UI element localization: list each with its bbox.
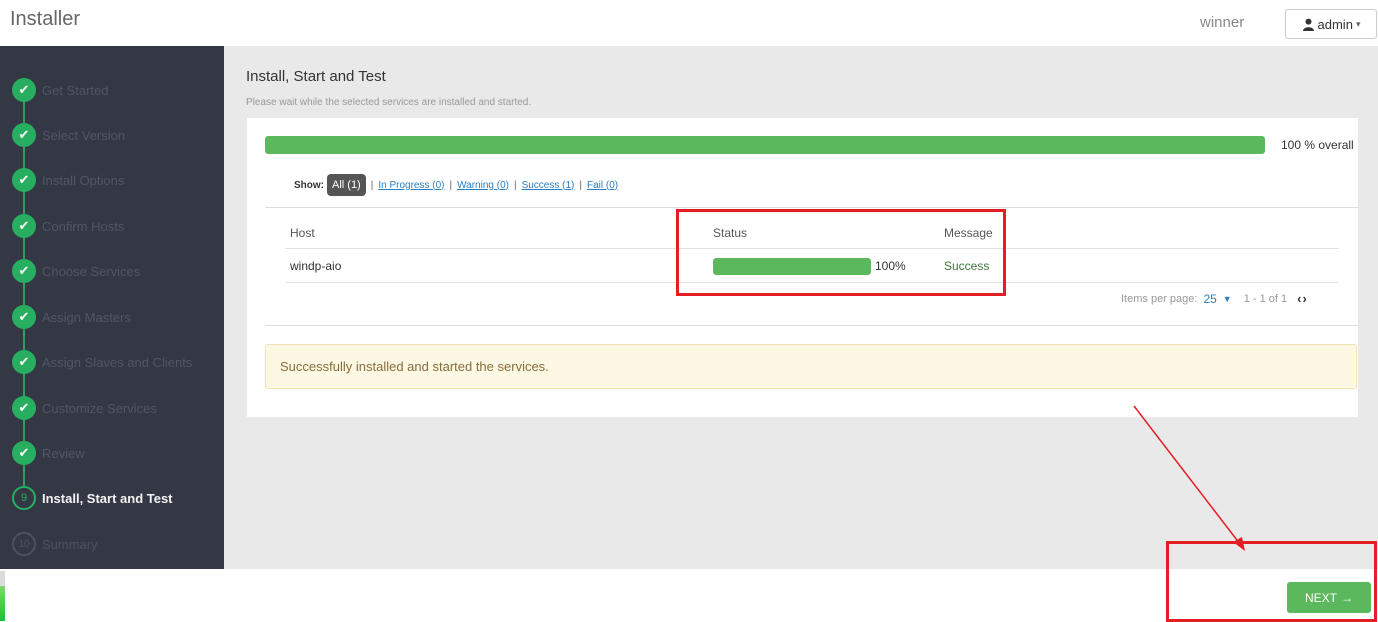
step-label: Install, Start and Test bbox=[42, 490, 173, 506]
step-install-start-test[interactable]: 9 Install, Start and Test bbox=[12, 486, 173, 510]
page-title: Install, Start and Test bbox=[246, 68, 386, 85]
check-icon: ✔ bbox=[12, 350, 36, 374]
host-filter-bar: Show: All (1) | In Progress (0) | Warnin… bbox=[294, 174, 618, 196]
check-icon: ✔ bbox=[12, 123, 36, 147]
annotation-highlight-next bbox=[1166, 541, 1377, 622]
step-label: Choose Services bbox=[42, 263, 141, 279]
cluster-name[interactable]: winner bbox=[1200, 14, 1244, 31]
step-assign-masters[interactable]: ✔ Assign Masters bbox=[12, 305, 131, 329]
filter-warning[interactable]: Warning (0) bbox=[457, 180, 509, 191]
filter-separator: | bbox=[449, 179, 453, 191]
page-subtitle: Please wait while the selected services … bbox=[246, 97, 532, 108]
step-label: Assign Slaves and Clients bbox=[42, 354, 193, 370]
step-customize-services[interactable]: ✔ Customize Services bbox=[12, 396, 157, 420]
step-review[interactable]: ✔ Review bbox=[12, 441, 85, 465]
chevron-right-icon[interactable]: › bbox=[1302, 291, 1307, 306]
column-header-host[interactable]: Host bbox=[290, 226, 315, 240]
step-label: Get Started bbox=[42, 82, 109, 98]
step-connector-line bbox=[23, 90, 25, 500]
check-icon: ✔ bbox=[12, 78, 36, 102]
wizard-sidebar: ✔ Get Started ✔ Select Version ✔ Install… bbox=[0, 46, 224, 569]
filter-all[interactable]: All (1) bbox=[327, 174, 366, 196]
check-icon: ✔ bbox=[12, 214, 36, 238]
top-header: Installer winner admin ▾ bbox=[0, 0, 1378, 46]
user-menu-label: admin bbox=[1317, 16, 1353, 32]
check-icon: ✔ bbox=[12, 396, 36, 420]
page-progress-fill bbox=[0, 586, 5, 621]
filter-in-progress[interactable]: In Progress (0) bbox=[378, 180, 444, 191]
user-icon bbox=[1302, 18, 1314, 31]
check-icon: ✔ bbox=[12, 305, 36, 329]
items-per-page-label: Items per page: bbox=[1121, 292, 1198, 305]
items-per-page-select[interactable]: 25 bbox=[1203, 292, 1216, 306]
pagination-range: 1 - 1 of 1 bbox=[1243, 292, 1288, 305]
overall-progress-fill bbox=[265, 136, 1265, 154]
check-icon: ✔ bbox=[12, 441, 36, 465]
filter-separator: | bbox=[513, 179, 517, 191]
table-top-divider bbox=[265, 207, 1358, 208]
step-label: Install Options bbox=[42, 172, 125, 188]
pagination-arrows: ‹› bbox=[1297, 291, 1308, 306]
page-progress-indicator bbox=[0, 571, 5, 621]
show-label: Show: bbox=[294, 179, 324, 191]
check-icon: ✔ bbox=[12, 259, 36, 283]
filter-separator: | bbox=[579, 179, 582, 191]
step-get-started[interactable]: ✔ Get Started bbox=[12, 78, 108, 102]
step-summary: 10 Summary bbox=[12, 532, 98, 556]
step-install-options[interactable]: ✔ Install Options bbox=[12, 168, 124, 192]
step-label: Assign Masters bbox=[42, 309, 131, 325]
step-label: Confirm Hosts bbox=[42, 218, 125, 234]
caret-down-icon: ▾ bbox=[1355, 18, 1361, 29]
user-menu-button[interactable]: admin ▾ bbox=[1285, 9, 1377, 39]
step-label: Summary bbox=[42, 536, 98, 552]
pagination: Items per page: 25 ▼ 1 - 1 of 1 ‹› bbox=[1121, 291, 1308, 306]
annotation-highlight-status bbox=[676, 209, 1006, 296]
step-select-version[interactable]: ✔ Select Version bbox=[12, 123, 125, 147]
step-label: Select Version bbox=[42, 127, 126, 143]
check-icon: ✔ bbox=[12, 168, 36, 192]
success-alert: Successfully installed and started the s… bbox=[265, 344, 1357, 389]
filter-separator: | bbox=[370, 179, 374, 191]
step-confirm-hosts[interactable]: ✔ Confirm Hosts bbox=[12, 214, 124, 238]
app-title: Installer bbox=[10, 8, 81, 30]
step-label: Review bbox=[42, 445, 85, 461]
step-label: Customize Services bbox=[42, 400, 157, 416]
main-content: Install, Start and Test Please wait whil… bbox=[224, 46, 1378, 569]
filter-success[interactable]: Success (1) bbox=[522, 180, 575, 191]
step-choose-services[interactable]: ✔ Choose Services bbox=[12, 259, 140, 283]
overall-progress-text: 100 % overall bbox=[1281, 138, 1354, 152]
step-number: 10 bbox=[12, 532, 36, 556]
overall-progress-bar bbox=[265, 136, 1265, 154]
chevron-down-icon[interactable]: ▼ bbox=[1223, 294, 1232, 304]
table-bottom-divider bbox=[265, 325, 1358, 326]
host-name-link[interactable]: windp-aio bbox=[290, 259, 341, 273]
step-number: 9 bbox=[12, 486, 36, 510]
step-assign-slaves-clients[interactable]: ✔ Assign Slaves and Clients bbox=[12, 350, 192, 374]
filter-fail[interactable]: Fail (0) bbox=[587, 180, 618, 191]
